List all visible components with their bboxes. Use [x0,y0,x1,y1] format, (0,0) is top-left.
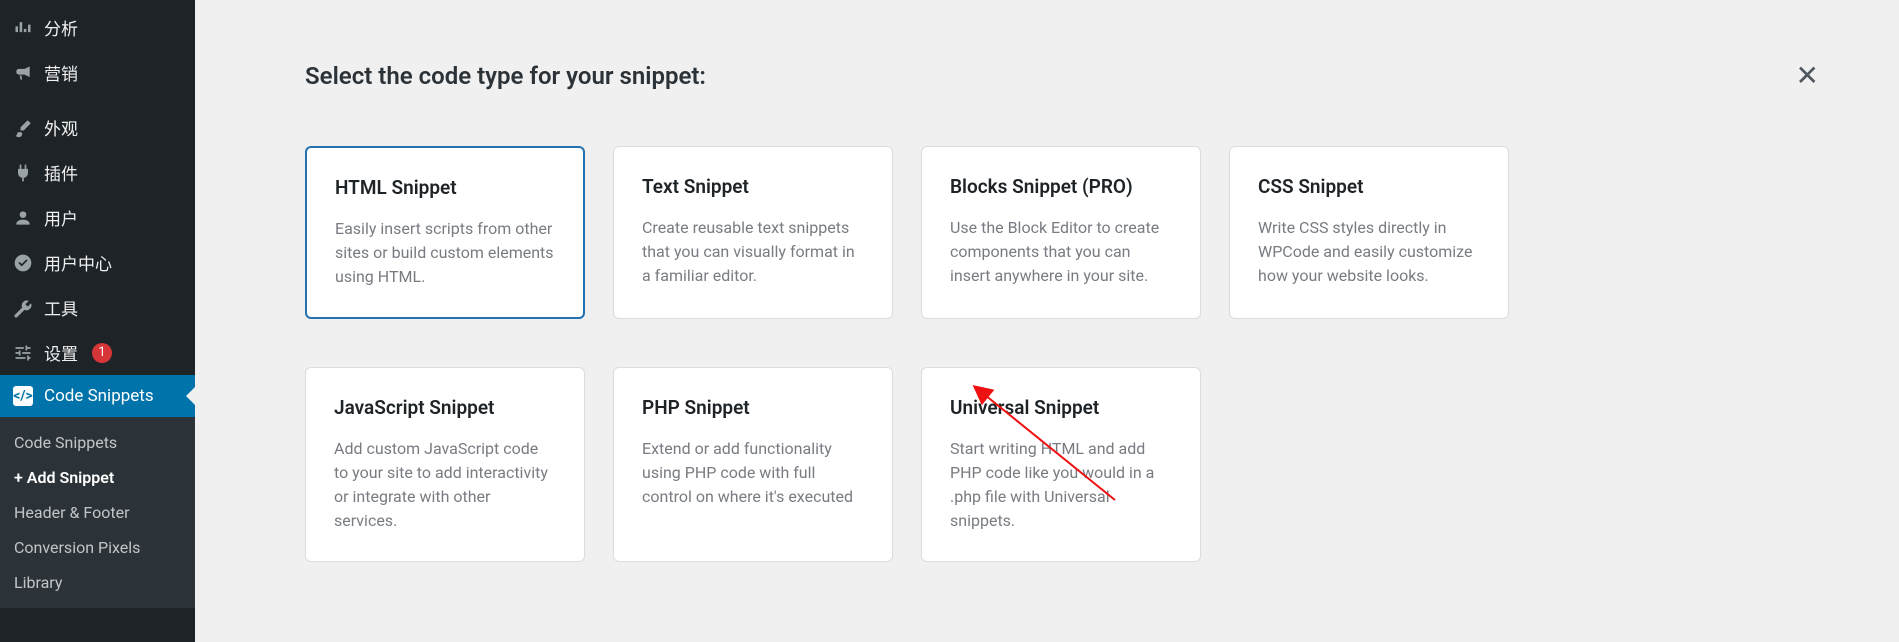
card-title: PHP Snippet [642,396,864,419]
card-php-snippet[interactable]: PHP Snippet Extend or add functionality … [613,367,893,562]
sidebar-label: 营销 [44,60,78,85]
card-title: HTML Snippet [335,176,555,199]
plug-icon [12,162,34,184]
card-title: Blocks Snippet (PRO) [950,175,1172,198]
card-css-snippet[interactable]: CSS Snippet Write CSS styles directly in… [1229,146,1509,319]
sidebar-item-user-center[interactable]: 用户中心 [0,240,195,285]
submenu-item-add-snippet[interactable]: + Add Snippet [0,460,195,495]
card-universal-snippet[interactable]: Universal Snippet Start writing HTML and… [921,367,1201,562]
submenu-item-header-footer[interactable]: Header & Footer [0,495,195,530]
main-content: Select the code type for your snippet: ✕… [195,0,1899,642]
sidebar-label: 外观 [44,115,78,140]
sidebar-item-code-snippets[interactable]: </> Code Snippets [0,375,195,417]
card-desc: Extend or add functionality using PHP co… [642,437,864,509]
card-title: Text Snippet [642,175,864,198]
sidebar-item-users[interactable]: 用户 [0,195,195,240]
card-title: JavaScript Snippet [334,396,556,419]
card-title: CSS Snippet [1258,175,1480,198]
card-desc: Create reusable text snippets that you c… [642,216,864,288]
card-desc: Easily insert scripts from other sites o… [335,217,555,289]
submenu-item-library[interactable]: Library [0,565,195,600]
megaphone-icon [12,62,34,84]
card-blocks-snippet[interactable]: Blocks Snippet (PRO) Use the Block Edito… [921,146,1201,319]
card-title: Universal Snippet [950,396,1172,419]
brush-icon [12,117,34,139]
check-circle-icon [12,252,34,274]
submenu-item-code-snippets[interactable]: Code Snippets [0,425,195,460]
notification-badge: 1 [92,343,112,363]
bar-chart-icon [12,17,34,39]
sidebar-item-tools[interactable]: 工具 [0,285,195,330]
sidebar-item-marketing[interactable]: 营销 [0,50,195,95]
sidebar-label: 分析 [44,15,78,40]
sidebar-item-settings[interactable]: 设置 1 [0,330,195,375]
sidebar-label: 用户 [44,205,78,230]
card-desc: Add custom JavaScript code to your site … [334,437,556,533]
card-javascript-snippet[interactable]: JavaScript Snippet Add custom JavaScript… [305,367,585,562]
code-icon: </> [12,385,34,407]
sidebar-label: 用户中心 [44,250,112,275]
card-html-snippet[interactable]: HTML Snippet Easily insert scripts from … [305,146,585,319]
user-icon [12,207,34,229]
page-heading: Select the code type for your snippet: [305,62,706,90]
card-desc: Write CSS styles directly in WPCode and … [1258,216,1480,288]
code-snippets-submenu: Code Snippets + Add Snippet Header & Foo… [0,417,195,608]
card-desc: Start writing HTML and add PHP code like… [950,437,1172,533]
sidebar-item-appearance[interactable]: 外观 [0,105,195,150]
sidebar-label: 插件 [44,160,78,185]
sidebar-label: 设置 [44,340,78,365]
header-row: Select the code type for your snippet: ✕ [305,55,1829,96]
sidebar-item-plugins[interactable]: 插件 [0,150,195,195]
admin-sidebar: 分析 营销 外观 插件 用户 用户中心 工具 设置 1 </> Code Sni… [0,0,195,642]
card-text-snippet[interactable]: Text Snippet Create reusable text snippe… [613,146,893,319]
sidebar-label: 工具 [44,295,78,320]
sidebar-label: Code Snippets [44,386,154,406]
submenu-item-conversion-pixels[interactable]: Conversion Pixels [0,530,195,565]
wrench-icon [12,297,34,319]
card-desc: Use the Block Editor to create component… [950,216,1172,288]
sidebar-item-analytics[interactable]: 分析 [0,5,195,50]
snippet-type-grid: HTML Snippet Easily insert scripts from … [305,146,1829,562]
close-button[interactable]: ✕ [1786,55,1829,96]
sliders-icon [12,342,34,364]
